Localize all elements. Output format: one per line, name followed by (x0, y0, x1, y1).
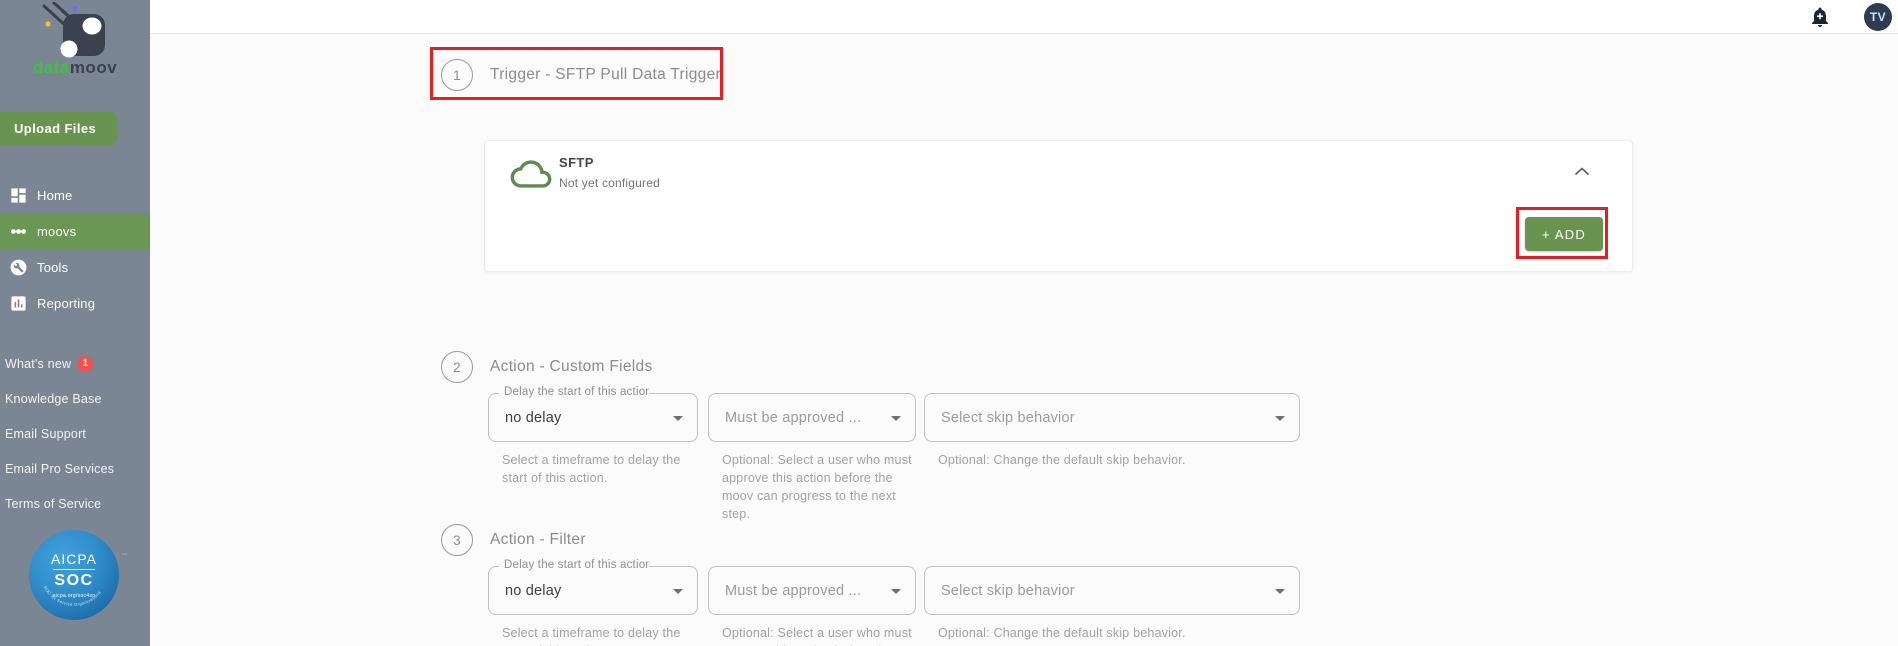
soc-divider (53, 569, 95, 570)
chevron-down-icon (891, 589, 901, 594)
soc-trademark: ™ (121, 553, 128, 559)
step-2-header: 2 Action - Custom Fields (441, 351, 653, 383)
delay-helper-text: Select a timeframe to delay the start of… (502, 453, 681, 485)
approver-select[interactable]: Must be approved ... (708, 566, 916, 615)
chevron-down-icon (1275, 589, 1285, 594)
main-content: 1 Trigger - SFTP Pull Data Trigger SFTP … (150, 34, 1898, 646)
logo-text: datamoov (0, 58, 150, 78)
skip-helper-text: Optional: Change the default skip behavi… (938, 626, 1186, 640)
whats-new-count-badge: 1 (77, 355, 94, 372)
skip-behavior-select[interactable]: Select skip behavior (924, 566, 1300, 615)
step-3-action-form: Delay the start of this action no delay … (488, 559, 1368, 646)
aicpa-soc-badge: AICPA SOC aicpa.org/soc4so (29, 530, 119, 620)
chevron-down-icon (673, 589, 683, 594)
sidebar-link-email-support[interactable]: Email Support (0, 416, 150, 451)
step-3-title: Action - Filter (490, 531, 586, 548)
skip-behavior-select[interactable]: Select skip behavior (924, 393, 1300, 442)
link-label: What's new (5, 356, 72, 371)
link-label: Email Pro Services (5, 461, 115, 476)
delay-select[interactable]: Delay the start of this action no delay (488, 559, 698, 615)
delay-select-value: no delay (505, 409, 562, 426)
sidebar-item-label: Reporting (37, 295, 96, 311)
sidebar-link-whats-new[interactable]: What's new 1 (0, 346, 150, 381)
sidebar-link-knowledge-base[interactable]: Knowledge Base (0, 381, 150, 416)
sftp-trigger-card: SFTP Not yet configured + ADD (484, 140, 1633, 272)
skip-select-placeholder: Select skip behavior (941, 409, 1075, 426)
upload-files-button[interactable]: Upload Files (0, 112, 117, 145)
logo-text-dark: moov (69, 58, 118, 77)
tools-wrench-icon (10, 259, 27, 275)
cloud-icon (510, 160, 552, 188)
app-root: datamoov Upload Files Home moovs Tools R… (0, 0, 1898, 646)
trigger-card-text: SFTP Not yet configured (559, 155, 660, 190)
step-3-header: 3 Action - Filter (441, 524, 586, 556)
sidebar-link-email-pro-services[interactable]: Email Pro Services (0, 451, 150, 486)
datamoov-logo-icon (42, 2, 105, 58)
dashboard-icon (11, 187, 26, 203)
moovs-dots-icon (10, 228, 27, 234)
delay-select[interactable]: Delay the start of this action no delay (488, 386, 698, 442)
step-1-header: 1 Trigger - SFTP Pull Data Trigger (441, 59, 721, 91)
logo-text-green: data (32, 58, 70, 77)
add-button[interactable]: + ADD (1525, 217, 1603, 251)
link-label: Email Support (5, 426, 87, 441)
approver-helper-text: Optional: Select a user who must approve… (722, 626, 912, 646)
sidebar-nav: Home moovs Tools Reporting (0, 177, 150, 321)
sidebar-item-label: Tools (37, 259, 69, 275)
trigger-card-status: Not yet configured (559, 176, 660, 190)
chevron-down-icon (1275, 416, 1285, 421)
notification-add-bell-icon[interactable] (1808, 4, 1832, 30)
approver-select[interactable]: Must be approved ... (708, 393, 916, 442)
sidebar-item-moovs[interactable]: moovs (0, 213, 150, 249)
step-2-number: 2 (441, 351, 473, 383)
soc-type-label: SOC (54, 572, 94, 589)
delay-select-value: no delay (505, 582, 562, 599)
step-1-number: 1 (441, 59, 473, 91)
sidebar-item-tools[interactable]: Tools (0, 249, 150, 285)
step-3-number: 3 (441, 524, 473, 556)
sidebar-item-reporting[interactable]: Reporting (0, 285, 150, 321)
skip-helper-text: Optional: Change the default skip behavi… (938, 453, 1186, 467)
link-label: Knowledge Base (5, 391, 102, 406)
sidebar: datamoov Upload Files Home moovs Tools R… (0, 0, 150, 646)
reporting-chart-icon (11, 295, 26, 311)
step-1-title: Trigger - SFTP Pull Data Trigger (490, 66, 721, 83)
link-label: Terms of Service (5, 496, 102, 511)
sidebar-item-label: Home (37, 187, 73, 203)
soc-url-label: aicpa.org/soc4so (52, 593, 96, 599)
delay-helper-text: Select a timeframe to delay the start of… (502, 626, 681, 646)
step-2-title: Action - Custom Fields (490, 358, 653, 375)
approver-select-placeholder: Must be approved ... (725, 582, 862, 599)
sidebar-links: What's new 1 Knowledge Base Email Suppor… (0, 346, 150, 521)
chevron-down-icon (891, 416, 901, 421)
approver-select-placeholder: Must be approved ... (725, 409, 862, 426)
user-avatar[interactable]: TV (1864, 3, 1892, 31)
soc-org-label: AICPA (51, 551, 97, 567)
chevron-down-icon (673, 416, 683, 421)
skip-select-placeholder: Select skip behavior (941, 582, 1075, 599)
chevron-up-icon[interactable] (1574, 167, 1590, 176)
topbar: TV (150, 0, 1898, 34)
trigger-card-title: SFTP (559, 155, 594, 170)
approver-helper-text: Optional: Select a user who must approve… (722, 453, 912, 521)
step-2-action-form: Delay the start of this action no delay … (488, 386, 1368, 533)
sidebar-item-home[interactable]: Home (0, 177, 150, 213)
sidebar-item-label: moovs (37, 223, 77, 239)
sidebar-link-terms-of-service[interactable]: Terms of Service (0, 486, 150, 521)
